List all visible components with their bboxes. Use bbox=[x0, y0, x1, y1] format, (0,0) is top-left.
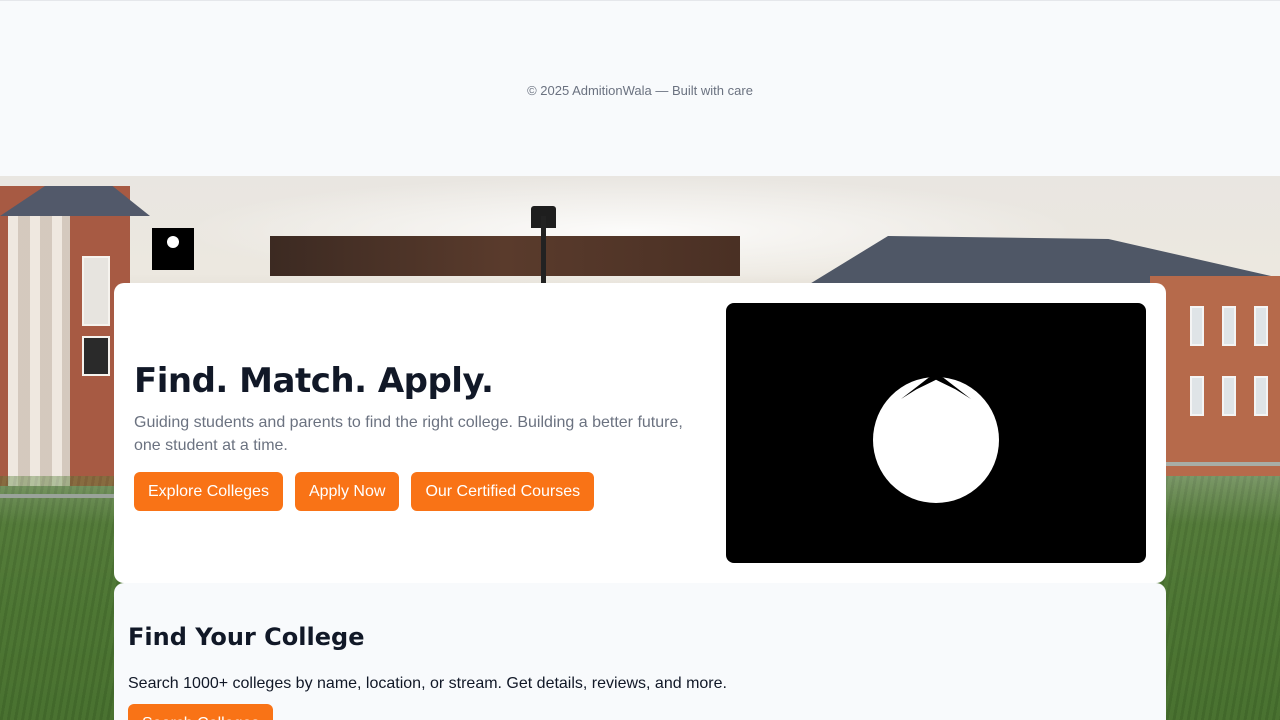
logo-icon bbox=[167, 236, 179, 248]
hero-actions: Explore Colleges Apply Now Our Certified… bbox=[134, 472, 595, 511]
building-window bbox=[1254, 306, 1268, 346]
video-placeholder-icon bbox=[873, 377, 999, 503]
pergola-roof bbox=[270, 236, 740, 276]
apply-now-button[interactable]: Apply Now bbox=[294, 472, 400, 511]
building-window bbox=[1190, 306, 1204, 346]
find-college-description: Search 1000+ colleges by name, location,… bbox=[128, 675, 727, 692]
walkway-right bbox=[1166, 462, 1280, 466]
building-window bbox=[1222, 306, 1236, 346]
walkway-left bbox=[0, 494, 115, 498]
find-college-title: Find Your College bbox=[128, 623, 365, 651]
building-window bbox=[82, 336, 110, 376]
find-college-section: Find Your College Search 1000+ colleges … bbox=[114, 583, 1166, 720]
explore-colleges-button[interactable]: Explore Colleges bbox=[134, 472, 283, 511]
lamp-post bbox=[541, 216, 546, 286]
site-logo[interactable] bbox=[152, 228, 194, 270]
certified-courses-button[interactable]: Our Certified Courses bbox=[411, 472, 595, 511]
building-left-columns bbox=[8, 216, 70, 486]
hero-card: Find. Match. Apply. Guiding students and… bbox=[114, 283, 1166, 583]
building-left-roof bbox=[0, 186, 150, 216]
building-window bbox=[82, 256, 110, 326]
hero-subtitle: Guiding students and parents to find the… bbox=[134, 414, 683, 454]
search-colleges-button[interactable]: Search Colleges bbox=[128, 704, 274, 720]
site-footer: © 2025 AdmitionWala — Built with care bbox=[0, 0, 1280, 176]
footer-copyright: © 2025 AdmitionWala — Built with care bbox=[527, 83, 753, 98]
hero-title: Find. Match. Apply. bbox=[134, 361, 494, 401]
building-window bbox=[1190, 376, 1204, 416]
building-left bbox=[0, 186, 150, 486]
building-window bbox=[1222, 376, 1236, 416]
building-window bbox=[1254, 376, 1268, 416]
building-right bbox=[1150, 276, 1280, 476]
hero-media[interactable] bbox=[726, 303, 1146, 563]
